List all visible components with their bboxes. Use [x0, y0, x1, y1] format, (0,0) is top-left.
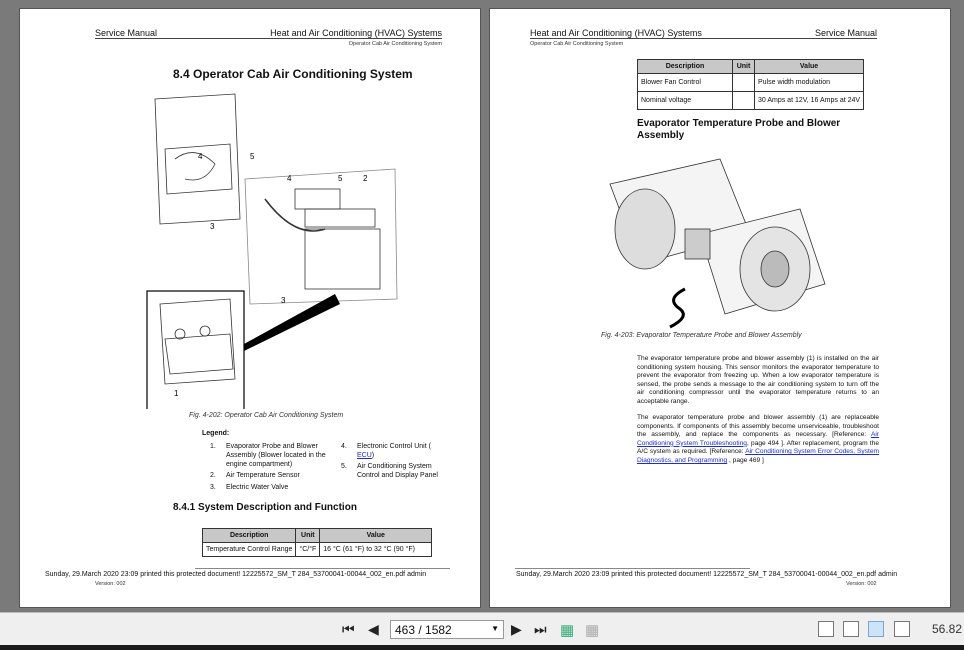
callout: 5 [338, 174, 343, 183]
callout: 2 [363, 174, 368, 183]
right-page: Heat and Air Conditioning (HVAC) Systems… [489, 8, 951, 608]
header-sub: Operator Cab Air Conditioning System [530, 41, 624, 47]
print-footer: Sunday, 29.March 2020 23:09 printed this… [516, 571, 898, 578]
spec-table: Description Unit Value Blower Fan Control P… [637, 59, 865, 110]
last-page-icon[interactable]: ⏭ [534, 621, 547, 638]
version: Version: 002 [95, 581, 126, 587]
viewer-toolbar: ⏮ ◀ 463 / 1582 ▼ ▶ ⏭ ▦ ▦ 56.82 [0, 612, 964, 645]
go-forward-view-icon[interactable]: ▦ [585, 621, 599, 639]
callout: 3 [281, 296, 286, 305]
table-row: Temperature Control Range °C/°F 16 °C (61 … [201, 542, 433, 557]
figure-caption: Fig. 4-203: Evaporator Temperature Probe… [601, 332, 802, 339]
legend-item: 5. Air Conditioning System Control and Di… [341, 463, 438, 479]
header-right: Heat and Air Conditioning (HVAC) Systems [270, 28, 442, 38]
continuous-facing-view-icon[interactable] [894, 621, 910, 637]
legend-item: 2. Air Temperature Sensor [210, 472, 300, 479]
callout: 3 [210, 222, 215, 231]
prev-page-icon[interactable]: ◀ [368, 621, 379, 638]
paragraph: The evaporator temperature probe and blo… [637, 355, 879, 405]
single-page-view-icon[interactable] [818, 621, 834, 637]
subsection-title: 8.4.1 System Description and Function [173, 502, 357, 513]
header-right: Service Manual [814, 28, 877, 38]
first-page-icon[interactable]: ⏮ [342, 621, 355, 638]
paragraph: The evaporator temperature probe and blo… [637, 414, 880, 464]
header-left: Heat and Air Conditioning (HVAC) Systems [530, 28, 702, 38]
callout: 4 [198, 152, 203, 161]
taskbar-strip [0, 645, 964, 650]
legend-item: 3. Electric Water Valve [210, 484, 289, 491]
cab-ac-figure: 4 5 3 4 5 2 3 1 [146, 93, 398, 409]
figure-caption: Fig. 4-202: Operator Cab Air Conditionin… [189, 412, 344, 419]
blower-assembly-figure [609, 158, 826, 329]
callout: 5 [250, 152, 255, 161]
table-row: Nominal voltage 30 Amps at 12V, 16 Amps a… [637, 91, 865, 110]
callout: 1 [174, 389, 179, 398]
callout: 4 [287, 174, 292, 183]
next-page-icon[interactable]: ▶ [511, 621, 522, 638]
page-number-combo[interactable]: 463 / 1582 ▼ [390, 620, 504, 639]
section-title: 8.4 Operator Cab Air Conditioning System [173, 67, 413, 81]
left-page: Service Manual Heat and Air Conditioning… [19, 8, 481, 608]
legend-item: 4. Electronic Control Unit (ECU) [341, 443, 431, 459]
zoom-level[interactable]: 56.82 [932, 622, 962, 636]
facing-view-icon[interactable] [868, 621, 884, 637]
chevron-down-icon[interactable]: ▼ [491, 624, 499, 633]
version: Version: 002 [846, 581, 877, 587]
header-left: Service Manual [95, 28, 158, 38]
continuous-view-icon[interactable] [843, 621, 859, 637]
go-back-view-icon[interactable]: ▦ [560, 621, 574, 639]
spec-table: Description Unit Value Temperature Control… [201, 528, 433, 557]
print-footer: Sunday, 29.March 2020 23:09 printed this… [45, 571, 427, 578]
legend-item: 1. Evaporator Probe and Blower Assembly (… [210, 443, 326, 468]
section-heading: Evaporator Temperature Probe and Blower … [637, 118, 841, 141]
ecu-link[interactable]: ECU [357, 452, 372, 459]
table-row: Blower Fan Control Pulse width modulation [637, 73, 865, 92]
legend-title: Legend: [202, 430, 230, 437]
header-sub: Operator Cab Air Conditioning System [348, 41, 442, 47]
